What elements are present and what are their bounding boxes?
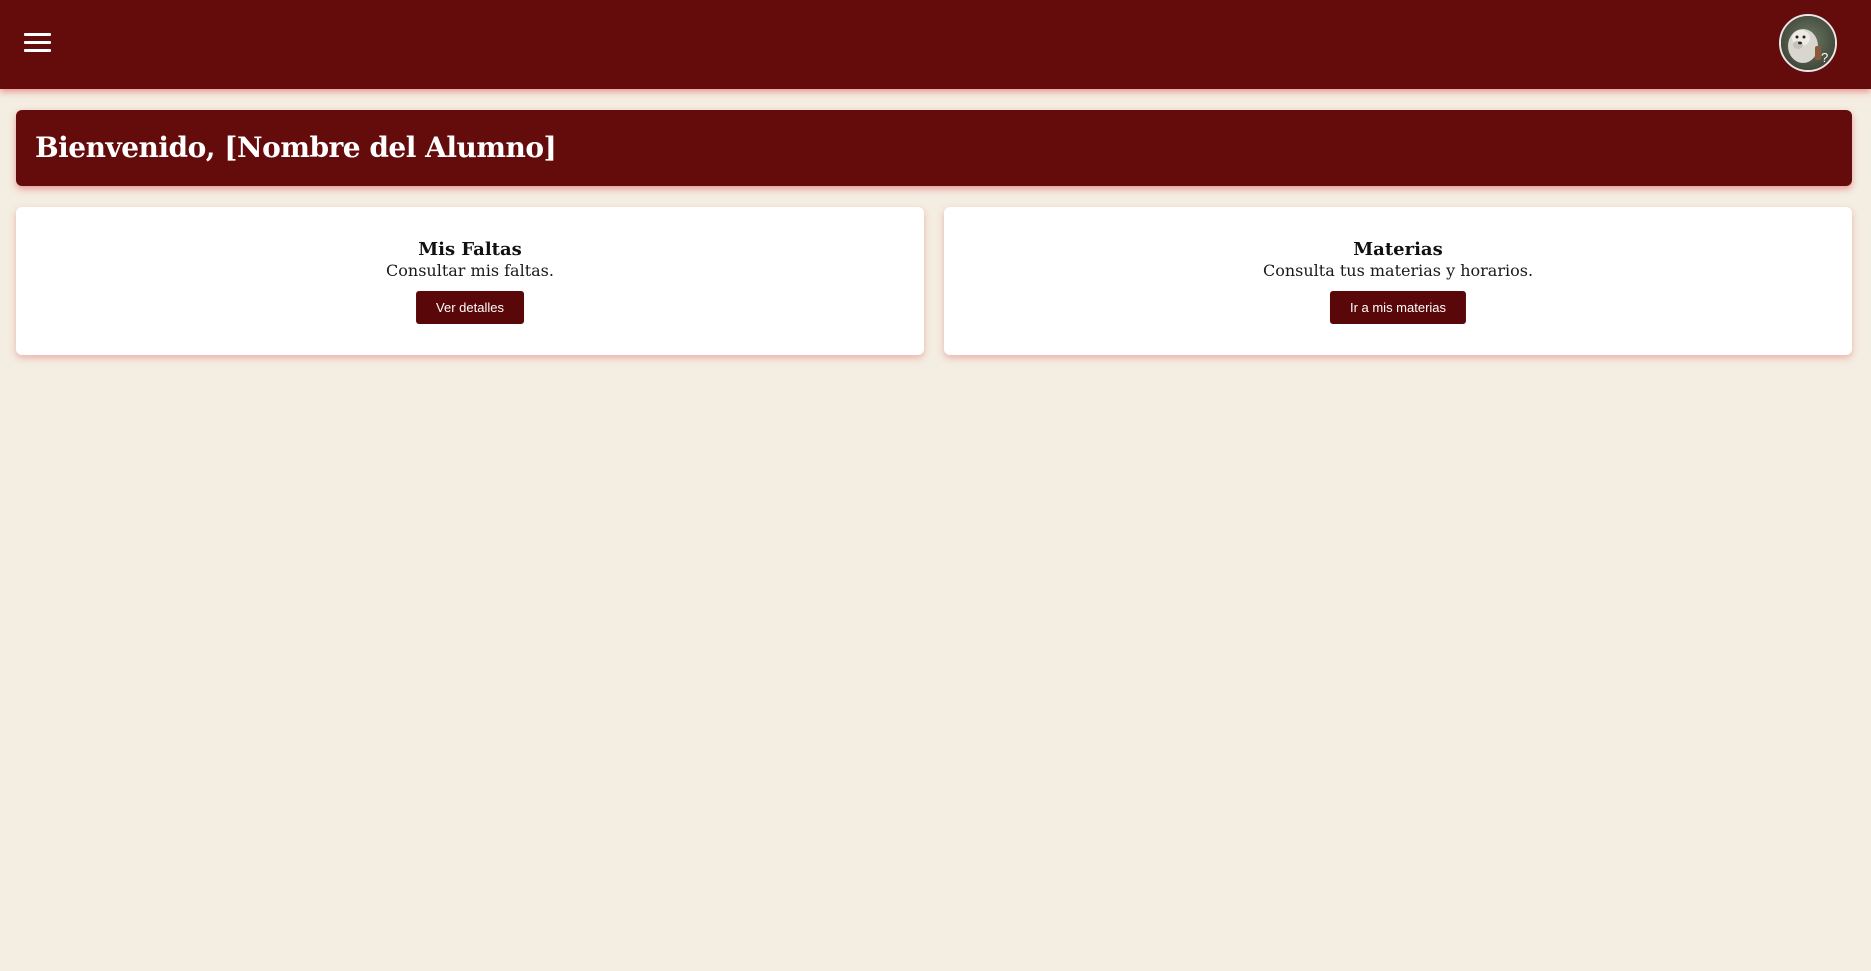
card-materias: Materias Consulta tus materias y horario… (944, 207, 1852, 355)
ir-a-mis-materias-button[interactable]: Ir a mis materias (1329, 291, 1467, 324)
user-avatar[interactable]: ? (1779, 14, 1837, 72)
card-description: Consultar mis faltas. (386, 261, 554, 280)
card-title: Mis Faltas (418, 239, 522, 260)
ver-detalles-button[interactable]: Ver detalles (416, 291, 524, 324)
card-description: Consulta tus materias y horarios. (1262, 261, 1534, 280)
card-mis-faltas: Mis Faltas Consultar mis faltas. Ver det… (16, 207, 924, 355)
avatar-photo-icon: ? (1781, 16, 1835, 70)
hamburger-menu-icon[interactable] (24, 30, 52, 54)
card-title: Materias (1353, 239, 1443, 260)
welcome-title: Bienvenido, [Nombre del Alumno] (35, 131, 557, 164)
top-navbar: ? (0, 0, 1871, 89)
welcome-banner: Bienvenido, [Nombre del Alumno] (16, 110, 1852, 186)
svg-text:?: ? (1821, 50, 1828, 65)
